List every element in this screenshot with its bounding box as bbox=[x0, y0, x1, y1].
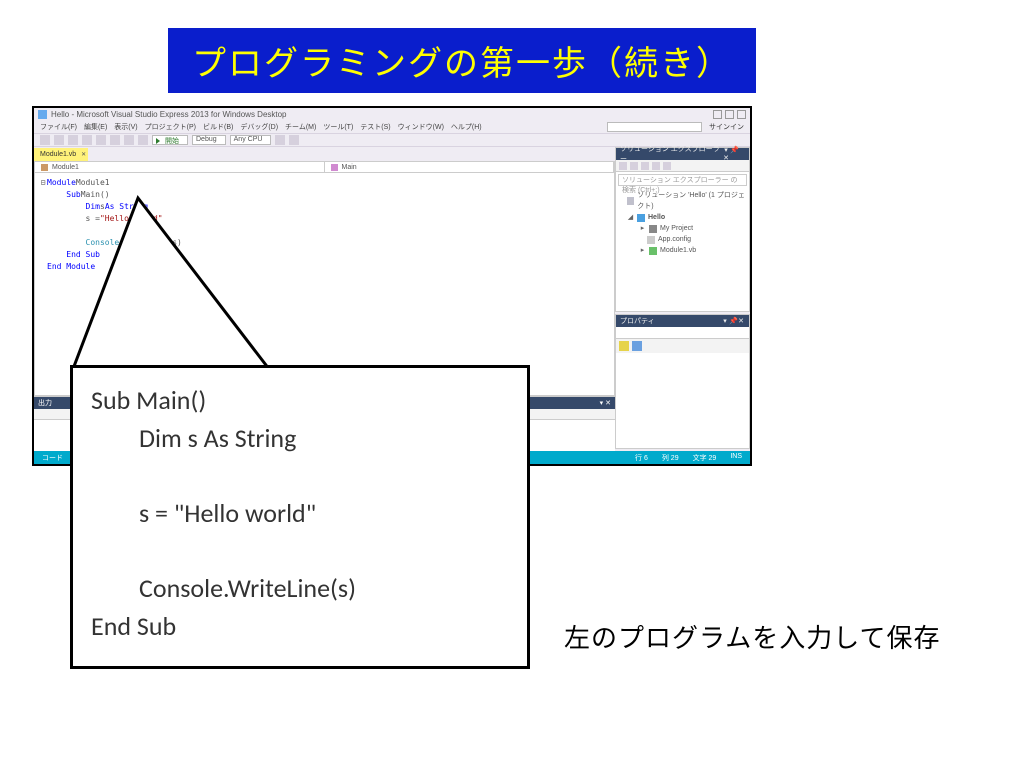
callout-line-7: End Sub bbox=[91, 608, 509, 646]
tb-undo-icon[interactable] bbox=[124, 135, 134, 145]
code-editor[interactable]: ⊟Module Module1 Sub Main() Dim s As Stri… bbox=[34, 173, 615, 396]
tree-appconfig[interactable]: App.config bbox=[618, 234, 747, 245]
menu-test[interactable]: テスト(S) bbox=[360, 122, 390, 132]
tree-module1[interactable]: ▸Module1.vb bbox=[618, 245, 747, 256]
menu-team[interactable]: チーム(M) bbox=[285, 122, 316, 132]
vs-window-title: Hello - Microsoft Visual Studio Express … bbox=[51, 110, 287, 119]
vs-side-column: ソリューション エクスプローラー ▾📌✕ ソリューション エクスプローラー の検… bbox=[615, 147, 750, 451]
solution-explorer-toolbar bbox=[616, 160, 749, 172]
menu-help[interactable]: ヘルプ(H) bbox=[451, 122, 482, 132]
slide-title: プログラミングの第一歩（続き） bbox=[168, 28, 756, 93]
callout-line-1: Sub Main() bbox=[91, 382, 509, 420]
menu-debug[interactable]: デバッグ(D) bbox=[240, 122, 278, 132]
tb-redo-icon[interactable] bbox=[138, 135, 148, 145]
callout-line-2: Dim s As String bbox=[91, 420, 509, 458]
minimize-icon[interactable] bbox=[713, 110, 722, 119]
module-icon bbox=[41, 164, 48, 171]
tb-back-icon[interactable] bbox=[40, 135, 50, 145]
menu-project[interactable]: プロジェクト(P) bbox=[145, 122, 196, 132]
config-combo[interactable]: Debug bbox=[192, 135, 226, 145]
tree-solution[interactable]: ソリューション 'Hello' (1 プロジェクト) bbox=[618, 190, 747, 212]
prop-alphabetical-icon[interactable] bbox=[632, 341, 642, 351]
menu-tools[interactable]: ツール(T) bbox=[323, 122, 353, 132]
status-char: 文字 29 bbox=[693, 453, 717, 463]
solution-tree: ソリューション 'Hello' (1 プロジェクト) ◢Hello ▸My Pr… bbox=[616, 188, 749, 258]
vs-tabstrip: Module1.vb bbox=[34, 147, 615, 161]
callout-line-6: Console.WriteLine(s) bbox=[91, 570, 509, 608]
menu-window[interactable]: ウィンドウ(W) bbox=[398, 122, 444, 132]
properties-object-combo[interactable] bbox=[616, 327, 749, 339]
callout-line-4: s = "Hello world" bbox=[91, 495, 509, 533]
panel-close-icon[interactable]: ✕ bbox=[737, 317, 745, 325]
platform-combo[interactable]: Any CPU bbox=[230, 135, 272, 145]
maximize-icon[interactable] bbox=[725, 110, 734, 119]
vs-menubar: ファイル(F) 編集(E) 表示(V) プロジェクト(P) ビルド(B) デバッ… bbox=[34, 121, 750, 133]
panel-pin-icon[interactable]: 📌 bbox=[730, 146, 738, 154]
tb-save-icon[interactable] bbox=[96, 135, 106, 145]
vb-file-icon bbox=[649, 247, 657, 255]
tb-new-icon[interactable] bbox=[68, 135, 78, 145]
tree-project[interactable]: ◢Hello bbox=[618, 212, 747, 223]
menu-build[interactable]: ビルド(B) bbox=[203, 122, 233, 132]
tb-saveall-icon[interactable] bbox=[110, 135, 120, 145]
status-left: コード bbox=[42, 453, 63, 463]
start-button[interactable]: 開始 bbox=[152, 135, 188, 145]
status-col: 列 29 bbox=[662, 453, 679, 463]
solution-explorer-search[interactable]: ソリューション エクスプローラー の検索 (Ctrl+;) bbox=[618, 174, 747, 186]
se-properties-icon[interactable] bbox=[663, 162, 671, 170]
tb-open-icon[interactable] bbox=[82, 135, 92, 145]
properties-toolbar bbox=[616, 339, 749, 353]
vs-logo-icon bbox=[38, 110, 47, 119]
panel-dropdown-icon[interactable]: ▾ bbox=[722, 146, 730, 154]
properties-title: プロパティ bbox=[620, 316, 655, 326]
panel-dropdown-icon[interactable]: ▾ bbox=[721, 317, 729, 325]
callout-line-blank2 bbox=[91, 533, 509, 571]
wrench-icon bbox=[649, 225, 657, 233]
nav-left[interactable]: Module1 bbox=[35, 162, 325, 172]
quicklaunch-input[interactable] bbox=[607, 122, 702, 132]
callout-line-blank1 bbox=[91, 457, 509, 495]
tb-forward-icon[interactable] bbox=[54, 135, 64, 145]
callout-box: Sub Main() Dim s As String s = "Hello wo… bbox=[70, 365, 530, 669]
se-showall-icon[interactable] bbox=[652, 162, 660, 170]
se-home-icon[interactable] bbox=[619, 162, 627, 170]
solution-icon bbox=[627, 197, 634, 205]
file-tab-module1[interactable]: Module1.vb bbox=[34, 148, 88, 161]
menu-file[interactable]: ファイル(F) bbox=[40, 122, 77, 132]
nav-right[interactable]: Main bbox=[325, 162, 615, 172]
instruction-text: 左のプログラムを入力して保存 bbox=[564, 618, 940, 655]
panel-pin-icon[interactable]: 📌 bbox=[729, 317, 737, 325]
properties-panel: プロパティ ▾📌✕ bbox=[615, 314, 750, 449]
se-collapse-icon[interactable] bbox=[641, 162, 649, 170]
output-title: 出力 bbox=[38, 398, 52, 408]
vs-titlebar: Hello - Microsoft Visual Studio Express … bbox=[34, 108, 750, 121]
menu-edit[interactable]: 編集(E) bbox=[84, 122, 107, 132]
prop-categorized-icon[interactable] bbox=[619, 341, 629, 351]
vs-editor-navbar: Module1 Main bbox=[34, 161, 615, 173]
status-line: 行 6 bbox=[635, 453, 648, 463]
tb-extra-icon[interactable] bbox=[275, 135, 285, 145]
menu-view[interactable]: 表示(V) bbox=[114, 122, 137, 132]
signin-link[interactable]: サインイン bbox=[709, 122, 744, 132]
method-icon bbox=[331, 164, 338, 171]
tree-myproject[interactable]: ▸My Project bbox=[618, 223, 747, 234]
close-icon[interactable] bbox=[737, 110, 746, 119]
config-icon bbox=[647, 236, 655, 244]
output-panel-controls[interactable]: ▾ ✕ bbox=[600, 399, 611, 407]
status-ins: INS bbox=[730, 453, 742, 463]
vb-project-icon bbox=[637, 214, 645, 222]
tb-extra2-icon[interactable] bbox=[289, 135, 299, 145]
se-refresh-icon[interactable] bbox=[630, 162, 638, 170]
solution-explorer-panel: ソリューション エクスプローラー ▾📌✕ ソリューション エクスプローラー の検… bbox=[615, 147, 750, 312]
